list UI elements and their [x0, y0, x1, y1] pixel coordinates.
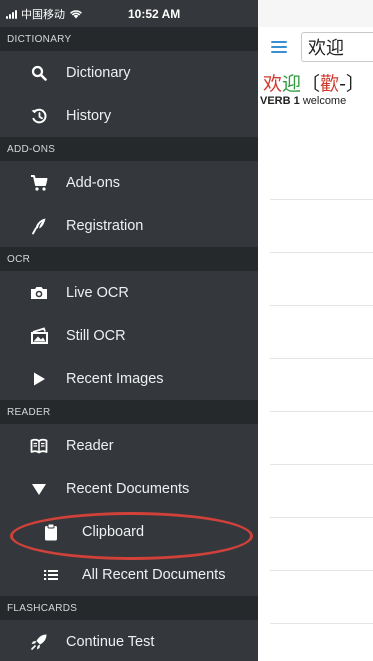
list-divider — [270, 623, 373, 624]
headword-char-1: 欢 — [263, 73, 283, 95]
drawer-item-label: All Recent Documents — [82, 566, 226, 583]
cart-icon — [28, 172, 50, 194]
drawer-item-live-ocr[interactable]: Live OCR — [0, 271, 258, 314]
triangle-down-icon — [28, 478, 50, 500]
list-divider — [270, 517, 373, 518]
list-divider — [270, 305, 373, 306]
section-flashcards: FLASHCARDS — [0, 596, 258, 620]
drawer-item-recent-images[interactable]: Recent Images — [0, 357, 258, 400]
headword-char-2: 迎 — [282, 73, 302, 95]
quill-icon — [28, 215, 50, 237]
camera-icon — [28, 282, 50, 304]
signal-icon — [6, 9, 17, 19]
top-bar: 欢迎 — [258, 27, 373, 67]
part-of-speech: VERB — [260, 95, 291, 107]
drawer-item-label: Add-ons — [66, 174, 121, 191]
traditional-bracket-open: 〔 — [301, 73, 321, 95]
history-icon — [28, 105, 50, 127]
status-time: 10:52 AM — [128, 7, 181, 21]
drawer-item-recent-documents[interactable]: Recent Documents — [0, 467, 258, 510]
drawer-item-reader[interactable]: Reader — [0, 424, 258, 467]
book-icon — [28, 435, 50, 457]
definition-line: VERB 1 welcome — [258, 95, 373, 107]
drawer-item-label: Continue Test — [66, 633, 155, 650]
section-add-ons: ADD-ONS — [0, 137, 258, 161]
drawer-item-continue-test[interactable]: Continue Test — [0, 620, 258, 661]
traditional-char: 歡 — [320, 73, 340, 95]
drawer-item-label: Live OCR — [66, 284, 129, 301]
menu-icon[interactable] — [271, 41, 288, 53]
drawer-item-history[interactable]: History — [0, 94, 258, 137]
drawer-item-dictionary[interactable]: Dictionary — [0, 51, 258, 94]
search-input[interactable]: 欢迎 — [301, 32, 373, 62]
main-status-strip — [258, 0, 373, 27]
drawer-item-add-ons[interactable]: Add-ons — [0, 161, 258, 204]
list-divider — [270, 199, 373, 200]
play-icon — [28, 368, 50, 390]
drawer-item-label: Recent Images — [66, 370, 164, 387]
list-divider — [270, 464, 373, 465]
drawer-item-label: History — [66, 107, 112, 124]
drawer-item-label: Registration — [66, 217, 144, 234]
traditional-bracket-close: -〕 — [339, 73, 365, 95]
section-ocr: OCR — [0, 247, 258, 271]
status-bar: 中国移动 10:52 AM — [0, 0, 258, 27]
list-divider — [270, 358, 373, 359]
list-divider — [270, 252, 373, 253]
section-dictionary: DICTIONARY — [0, 27, 258, 51]
list-icon — [40, 564, 62, 586]
main-panel: 欢迎 欢迎〔歡-〕 VERB 1 welcome — [258, 0, 373, 661]
drawer-item-clipboard[interactable]: Clipboard — [0, 510, 258, 553]
drawer-item-still-ocr[interactable]: Still OCR — [0, 314, 258, 357]
drawer-item-label: Reader — [66, 437, 114, 454]
image-icon — [28, 325, 50, 347]
drawer-item-registration[interactable]: Registration — [0, 204, 258, 247]
wifi-icon — [69, 9, 83, 19]
carrier-name: 中国移动 — [21, 7, 65, 21]
definition-text: welcome — [302, 95, 347, 107]
search-icon — [28, 62, 50, 84]
clipboard-icon — [40, 521, 62, 543]
drawer-item-label: Recent Documents — [66, 480, 190, 497]
navigation-drawer: 中国移动 10:52 AM DICTIONARY Dictionary Hist… — [0, 0, 258, 661]
headword[interactable]: 欢迎〔歡-〕 — [258, 69, 373, 95]
rocket-icon — [28, 631, 50, 653]
sense-number: 1 — [293, 95, 300, 107]
section-reader: READER — [0, 400, 258, 424]
drawer-item-label: Dictionary — [66, 64, 131, 81]
drawer-item-label: Still OCR — [66, 327, 126, 344]
drawer-item-all-recent-documents[interactable]: All Recent Documents — [0, 553, 258, 596]
drawer-item-label: Clipboard — [82, 523, 145, 540]
list-divider — [270, 570, 373, 571]
list-divider — [270, 411, 373, 412]
